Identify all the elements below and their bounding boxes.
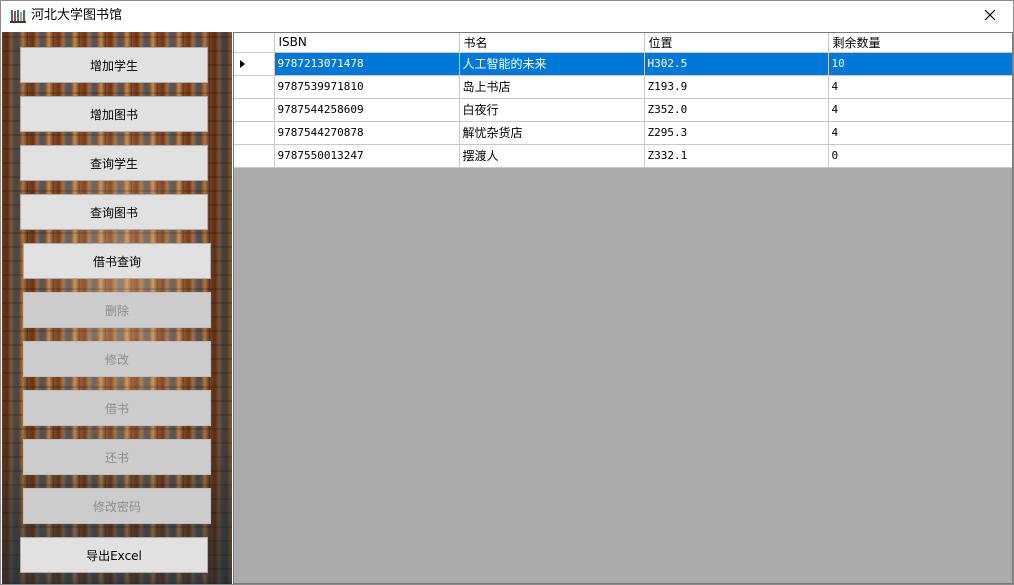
table-row[interactable]: 9787539971810 岛上书店 Z193.9 4	[234, 75, 1012, 99]
corner-header-cell[interactable]	[234, 33, 275, 53]
remaining-cell[interactable]: 4	[828, 75, 1012, 99]
change-password-button[interactable]: 修改密码	[23, 488, 211, 524]
borrow-book-button[interactable]: 借书	[23, 390, 211, 426]
query-student-button[interactable]: 查询学生	[20, 145, 208, 181]
isbn-cell[interactable]: 9787539971810	[274, 75, 460, 99]
edit-button[interactable]: 修改	[23, 341, 211, 377]
row-header[interactable]	[234, 52, 275, 76]
location-cell[interactable]: Z193.9	[644, 75, 829, 99]
add-book-button[interactable]: 增加图书	[20, 96, 208, 132]
isbn-cell[interactable]: 9787544258609	[274, 98, 460, 122]
remaining-cell[interactable]: 0	[828, 144, 1012, 168]
isbn-cell[interactable]: 9787544270878	[274, 121, 460, 145]
borrow-query-button[interactable]: 借书查询	[23, 243, 211, 279]
row-header[interactable]	[234, 98, 275, 122]
sidebar-panel: 增加学生 增加图书 查询学生 查询图书 借书查询 删除 修改 借书 还书 修改密…	[2, 32, 232, 584]
title-cell[interactable]: 人工智能的未来	[459, 52, 645, 76]
add-student-button[interactable]: 增加学生	[20, 47, 208, 83]
table-row[interactable]: 9787213071478 人工智能的未来 H302.5 10	[234, 52, 1012, 76]
remaining-cell[interactable]: 4	[828, 121, 1012, 145]
app-window: 河北大学图书馆 增加学生 增加图书 查询学生 查询图书 借书查询 删除 修改 借…	[0, 0, 1014, 585]
remaining-cell[interactable]: 4	[828, 98, 1012, 122]
header-row: ISBN 书名 位置 剩余数量	[234, 33, 1012, 53]
close-icon	[984, 9, 996, 24]
return-book-button[interactable]: 还书	[23, 439, 211, 475]
title-bar: 河北大学图书馆	[1, 1, 1013, 31]
column-header-location[interactable]: 位置	[644, 33, 829, 53]
query-book-button[interactable]: 查询图书	[20, 194, 208, 230]
close-button[interactable]	[967, 1, 1013, 31]
library-books-icon	[10, 8, 26, 24]
isbn-cell[interactable]: 9787213071478	[274, 52, 460, 76]
table-row[interactable]: 9787544270878 解忧杂货店 Z295.3 4	[234, 121, 1012, 145]
title-cell[interactable]: 解忧杂货店	[459, 121, 645, 145]
book-data-grid[interactable]: ISBN 书名 位置 剩余数量 9787213071478 人工智能的未来 H3…	[233, 32, 1013, 584]
title-cell[interactable]: 岛上书店	[459, 75, 645, 99]
isbn-cell[interactable]: 9787550013247	[274, 144, 460, 168]
location-cell[interactable]: Z352.0	[644, 98, 829, 122]
column-header-title[interactable]: 书名	[459, 33, 645, 53]
book-table: ISBN 书名 位置 剩余数量 9787213071478 人工智能的未来 H3…	[234, 33, 1012, 168]
delete-button[interactable]: 删除	[23, 292, 211, 328]
table-row[interactable]: 9787544258609 白夜行 Z352.0 4	[234, 98, 1012, 122]
row-header[interactable]	[234, 144, 275, 168]
column-header-isbn[interactable]: ISBN	[274, 33, 460, 53]
title-cell[interactable]: 白夜行	[459, 98, 645, 122]
row-selector-arrow-icon	[240, 59, 245, 68]
row-header[interactable]	[234, 75, 275, 99]
table-row[interactable]: 9787550013247 摆渡人 Z332.1 0	[234, 144, 1012, 168]
column-header-remaining[interactable]: 剩余数量	[828, 33, 1012, 53]
location-cell[interactable]: Z332.1	[644, 144, 829, 168]
remaining-cell[interactable]: 10	[828, 52, 1012, 76]
location-cell[interactable]: H302.5	[644, 52, 829, 76]
row-header[interactable]	[234, 121, 275, 145]
title-cell[interactable]: 摆渡人	[459, 144, 645, 168]
export-excel-button[interactable]: 导出Excel	[20, 537, 208, 573]
location-cell[interactable]: Z295.3	[644, 121, 829, 145]
window-title: 河北大学图书馆	[31, 8, 123, 23]
